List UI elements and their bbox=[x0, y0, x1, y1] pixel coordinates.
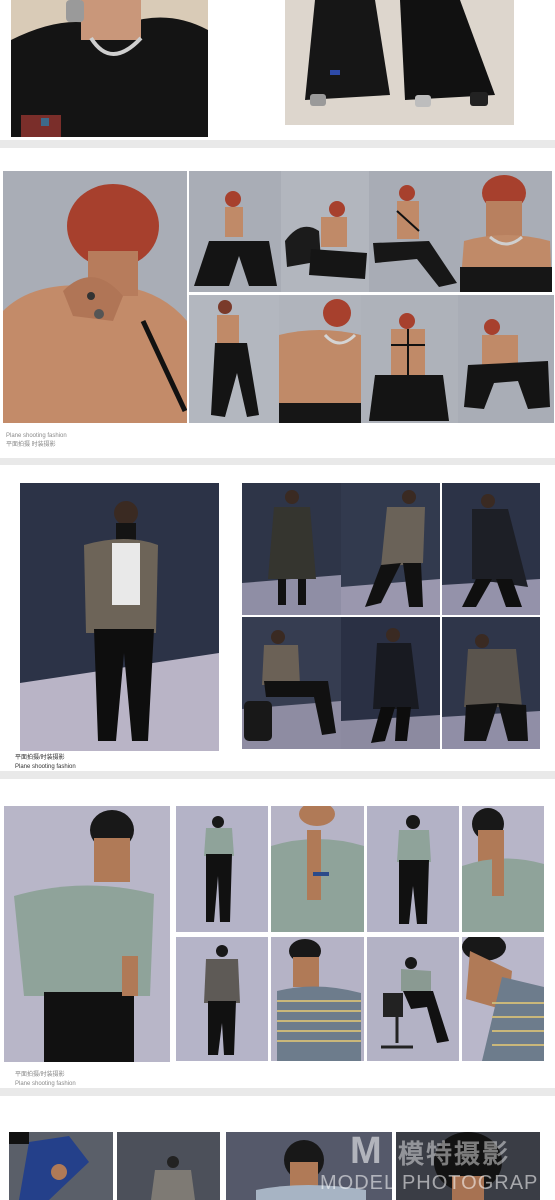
portfolio-section-5 bbox=[0, 1096, 555, 1200]
portfolio-section-3: 平面拍摄/时装摄影 Plane shooting fashion bbox=[0, 465, 555, 771]
photo-black-skirts-pair[interactable] bbox=[285, 0, 514, 125]
section-4-caption-en: Plane shooting fashion bbox=[15, 1081, 76, 1087]
photo-black-coat-lean[interactable] bbox=[442, 483, 540, 615]
photo-coat-crouch[interactable] bbox=[442, 617, 540, 749]
photo-sage-standing-full[interactable] bbox=[176, 806, 268, 932]
photo-sage-shirt-large[interactable] bbox=[4, 806, 170, 1062]
photo-striped-knit-portrait[interactable] bbox=[271, 937, 364, 1061]
portfolio-page: Plane shooting fashion 平面拍摄 时装摄影 平面拍摄/时装… bbox=[0, 0, 555, 1200]
section-2-caption-en: Plane shooting fashion bbox=[6, 433, 67, 439]
photo-sage-hand-face[interactable] bbox=[462, 806, 544, 932]
section-4-caption-cn: 平面拍摄/时装摄影 bbox=[15, 1072, 65, 1078]
photo-redhair-crouch[interactable] bbox=[458, 295, 554, 423]
photo-plaid-jacket-standing[interactable] bbox=[176, 937, 268, 1061]
photo-plaid-blazer-large[interactable] bbox=[20, 483, 219, 751]
portfolio-section-4: 平面拍摄/时装摄影 Plane shooting fashion bbox=[0, 779, 555, 1088]
photo-redhair-seated-leather[interactable] bbox=[189, 171, 281, 292]
photo-chair-pose[interactable] bbox=[367, 937, 459, 1061]
photo-seated-stool-bag[interactable] bbox=[242, 617, 341, 749]
photo-seated-plaid-distance[interactable] bbox=[117, 1132, 220, 1200]
photo-blue-shirt-portrait[interactable] bbox=[226, 1132, 392, 1200]
photo-redhair-bag-floor[interactable] bbox=[281, 171, 369, 292]
photo-plaid-coat-stride[interactable] bbox=[341, 483, 440, 615]
photo-redhair-standing-boots[interactable] bbox=[189, 295, 279, 423]
photo-dark-coat-pose[interactable] bbox=[341, 617, 440, 749]
photo-redhair-back-floor[interactable] bbox=[369, 171, 460, 292]
photo-redhair-back-large[interactable] bbox=[3, 171, 187, 423]
photo-sage-rings-closeup[interactable] bbox=[271, 806, 364, 932]
photo-necklace-portrait[interactable] bbox=[11, 0, 208, 137]
photo-redhair-chain-closeup[interactable] bbox=[460, 171, 552, 292]
portfolio-section-1 bbox=[0, 0, 555, 140]
section-3-caption-cn: 平面拍摄/时装摄影 bbox=[15, 755, 65, 761]
photo-redhair-back-harness[interactable] bbox=[361, 295, 458, 423]
section-2-caption-cn: 平面拍摄 时装摄影 bbox=[6, 442, 56, 448]
photo-dark-hair-closeup[interactable] bbox=[396, 1132, 540, 1200]
section-3-caption-en: Plane shooting fashion bbox=[15, 764, 76, 770]
photo-striped-knit-neck[interactable] bbox=[462, 937, 544, 1061]
portfolio-section-2: Plane shooting fashion 平面拍摄 时装摄影 bbox=[0, 148, 555, 458]
photo-redhair-torso-chain[interactable] bbox=[279, 295, 361, 423]
photo-sage-back-turn[interactable] bbox=[367, 806, 459, 932]
photo-overcoat-standing[interactable] bbox=[242, 483, 341, 615]
photo-blue-suit-crouch[interactable] bbox=[9, 1132, 113, 1200]
